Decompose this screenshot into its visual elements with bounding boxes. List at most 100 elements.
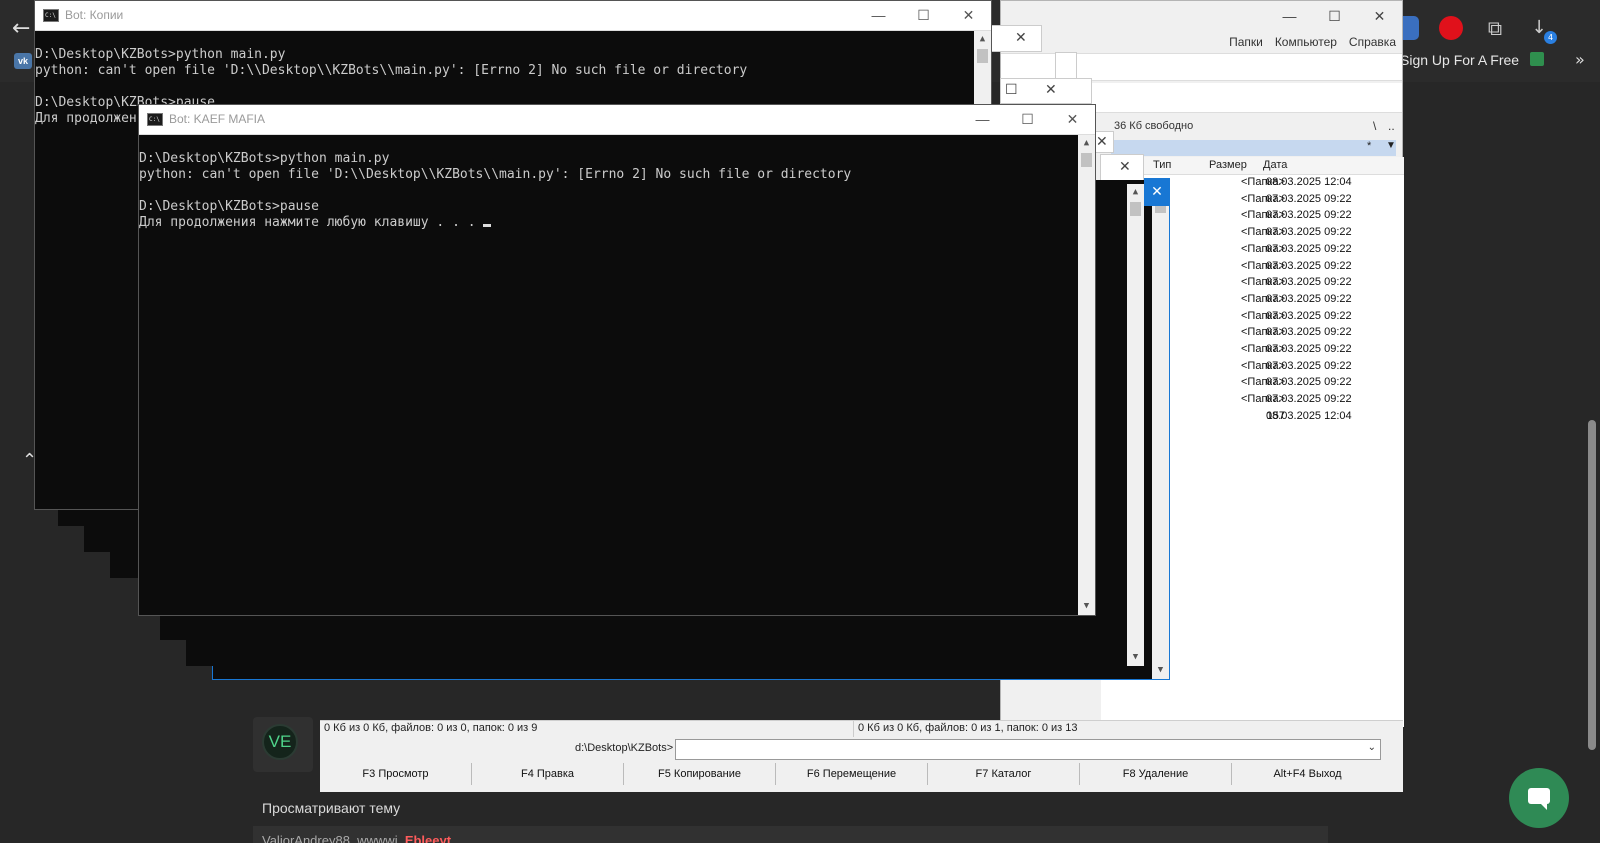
bookmarks-more-button[interactable]: » [1575, 50, 1585, 69]
menu-bar: Папки Компьютер Справка [1229, 35, 1396, 49]
title-bar[interactable]: C:\ Bot: Копии — ☐ ✕ [35, 1, 991, 31]
minimize-button[interactable]: — [1267, 1, 1312, 31]
window-controls: — ☐ ✕ [960, 105, 1095, 135]
function-key-bar: F3 Просмотр F4 Правка F5 Копирование F6 … [320, 763, 1383, 785]
file-date: 07.03.2025 09:22 [1266, 359, 1352, 372]
vertical-scrollbar[interactable]: ▲ ▼ [1078, 135, 1095, 615]
column-type[interactable]: Тип [1153, 159, 1171, 171]
opera-extension-icon[interactable] [1439, 16, 1463, 40]
file-date: 07.03.2025 09:22 [1266, 309, 1352, 322]
scroll-thumb[interactable] [1130, 202, 1141, 216]
file-date: 07.03.2025 09:22 [1266, 242, 1352, 255]
chat-button[interactable] [1509, 768, 1569, 828]
vertical-scrollbar[interactable]: ▲ ▼ [1127, 184, 1144, 666]
close-button[interactable]: ✕ [1357, 1, 1402, 31]
close-icon[interactable]: ✕ [1096, 134, 1108, 150]
window-title: Bot: Копии [65, 8, 124, 22]
bookmark-favicon-icon[interactable] [1530, 52, 1544, 66]
console-text: D:\Desktop\KZBots>python main.py python:… [139, 151, 852, 230]
menu-item-computer[interactable]: Компьютер [1275, 35, 1337, 49]
maximize-icon[interactable]: ☐ [1005, 82, 1018, 98]
command-line-input[interactable]: ⌄ [675, 739, 1381, 760]
bookmark-sign-up[interactable]: Sign Up For A Free [1400, 52, 1519, 68]
scroll-down-icon[interactable]: ▼ [1152, 662, 1169, 679]
file-date: 07.03.2025 09:22 [1266, 259, 1352, 272]
file-date: 07.03.2025 09:22 [1266, 343, 1352, 355]
column-size[interactable]: Размер [1209, 159, 1247, 171]
title-bar[interactable]: C:\ Bot: KAEF MAFIA — ☐ ✕ [139, 105, 1095, 135]
free-space-label: 36 Кб свободно [1114, 120, 1194, 132]
page-scrollbar[interactable] [1588, 420, 1596, 750]
close-icon[interactable]: ✕ [1045, 82, 1057, 98]
scroll-down-icon[interactable]: ▼ [1078, 598, 1095, 615]
column-date[interactable]: Дата [1263, 159, 1287, 171]
window-controls: — ☐ ✕ [1267, 1, 1402, 31]
right-panel-status: 0 Кб из 0 Кб, файлов: 0 из 1, папок: 0 и… [853, 721, 1383, 737]
close-icon[interactable]: ✕ [1015, 30, 1027, 46]
download-count-badge: 4 [1544, 31, 1557, 44]
close-button[interactable]: ✕ [946, 1, 991, 31]
minimize-button[interactable]: — [960, 105, 1005, 135]
f3-view-button[interactable]: F3 Просмотр [320, 763, 472, 785]
chat-bubble-icon [1528, 788, 1550, 810]
scroll-up-icon[interactable]: ▲ [1078, 135, 1095, 152]
menu-item-help[interactable]: Справка [1349, 35, 1396, 49]
up-button[interactable]: .. [1388, 119, 1395, 133]
puzzle-extension-icon[interactable]: ⧉ [1483, 16, 1507, 40]
file-date: 07.03.2025 09:22 [1266, 376, 1352, 389]
close-button[interactable]: ✕ [1050, 105, 1095, 135]
minimize-button[interactable]: — [856, 1, 901, 31]
viewer-names: ValiorAndrey88, wwwwi, Ebleeyt [262, 833, 452, 843]
text-cursor [483, 224, 492, 227]
extension-bar: ⧉ ↓ 4 [1395, 16, 1557, 44]
root-button[interactable]: \ [1373, 119, 1376, 133]
close-icon[interactable]: ✕ [1144, 178, 1170, 206]
file-date: 07.03.2025 09:22 [1266, 393, 1352, 406]
scroll-up-icon[interactable]: ▲ [1127, 184, 1144, 201]
menu-item-folders[interactable]: Папки [1229, 35, 1263, 49]
download-icon[interactable]: ↓ 4 [1527, 16, 1557, 44]
scroll-up-icon[interactable]: ▲ [974, 31, 991, 48]
file-date: 08.03.2025 12:04 [1266, 176, 1352, 188]
chevron-down-icon[interactable]: ⌄ [1368, 742, 1376, 753]
filter-star[interactable]: * [1367, 140, 1371, 152]
vk-bookmark-icon[interactable]: vk [14, 53, 32, 69]
cascaded-window-edge [1055, 52, 1077, 79]
file-date: 07.03.2025 09:22 [1266, 226, 1352, 239]
cascaded-window-edge: ✕ [1100, 154, 1144, 181]
history-dropdown-icon[interactable]: ▼ [1386, 140, 1396, 151]
back-arrow-icon[interactable]: ← [12, 16, 30, 41]
f4-edit-button[interactable]: F4 Правка [472, 763, 624, 785]
avatar[interactable]: VE [262, 724, 298, 760]
f6-move-button[interactable]: F6 Перемещение [776, 763, 928, 785]
file-date: 07.03.2025 09:22 [1266, 192, 1352, 205]
file-date: 07.03.2025 09:22 [1266, 276, 1352, 289]
file-date: 08.03.2025 12:04 [1266, 409, 1352, 422]
command-line-path: d:\Desktop\KZBots> [575, 742, 674, 754]
file-date: 07.03.2025 09:22 [1266, 326, 1352, 339]
scroll-thumb[interactable] [1081, 153, 1092, 167]
cascaded-window-edge: ☐ ✕ [1000, 78, 1092, 104]
maximize-button[interactable]: ☐ [1005, 105, 1050, 135]
window-controls: — ☐ ✕ [856, 1, 991, 31]
maximize-button[interactable]: ☐ [901, 1, 946, 31]
alt-f4-exit-button[interactable]: Alt+F4 Выход [1232, 763, 1383, 785]
file-list-header: Тип Размер Дата [1101, 157, 1404, 175]
total-commander-bottom: 0 Кб из 0 Кб, файлов: 0 из 0, папок: 0 и… [320, 720, 1403, 792]
f5-copy-button[interactable]: F5 Копирование [624, 763, 776, 785]
file-date: 07.03.2025 09:22 [1266, 209, 1352, 222]
console-output[interactable]: D:\Desktop\KZBots>python main.py python:… [139, 135, 1078, 615]
f8-delete-button[interactable]: F8 Удаление [1080, 763, 1232, 785]
close-icon[interactable]: ✕ [1119, 159, 1131, 175]
f7-mkdir-button[interactable]: F7 Каталог [928, 763, 1080, 785]
vertical-scrollbar[interactable]: ▲ ▼ [1152, 181, 1169, 679]
viewers-heading: Просматривают тему [262, 800, 401, 816]
maximize-button[interactable]: ☐ [1312, 1, 1357, 31]
scroll-thumb[interactable] [977, 49, 988, 63]
console-icon: C:\ [147, 113, 163, 126]
console-icon: C:\ [43, 9, 59, 22]
cascaded-window-edge: ✕ [990, 25, 1042, 52]
scroll-down-icon[interactable]: ▼ [1127, 649, 1144, 666]
window-title: Bot: KAEF MAFIA [169, 112, 266, 126]
path-bar[interactable] [1111, 140, 1396, 156]
